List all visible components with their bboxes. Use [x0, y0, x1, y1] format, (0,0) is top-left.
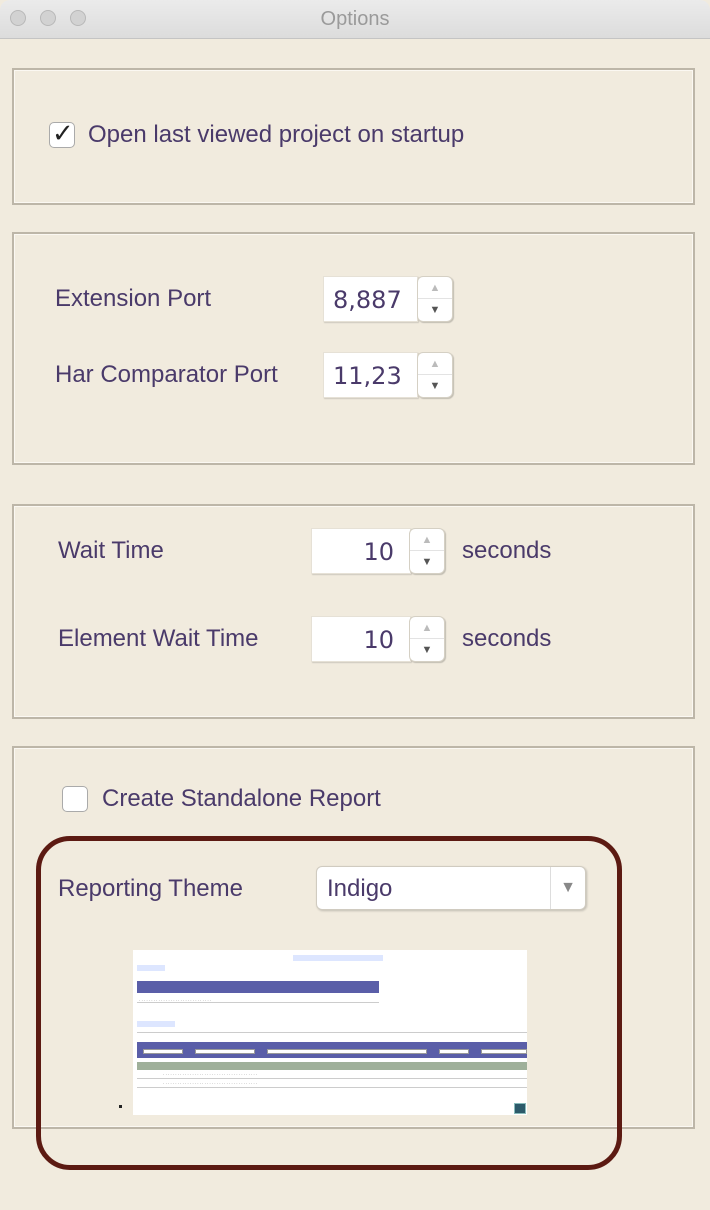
create-standalone-report-checkbox[interactable]: [62, 786, 88, 812]
extension-port-stepper[interactable]: ▲ ▼: [417, 276, 453, 322]
triangle-down-icon[interactable]: ▼: [418, 374, 452, 397]
har-comparator-port-value[interactable]: 11,23: [333, 362, 402, 390]
window-title: Options: [320, 8, 390, 30]
ports-panel: [12, 232, 695, 465]
create-standalone-report-label: Create Standalone Report: [102, 785, 381, 812]
triangle-up-icon[interactable]: ▲: [418, 353, 452, 375]
wait-time-label: Wait Time: [58, 537, 164, 564]
wait-time-value[interactable]: 10: [363, 538, 394, 566]
extension-port-label: Extension Port: [55, 285, 212, 312]
element-wait-time-unit: seconds: [462, 625, 552, 652]
checkmark-icon: ✓: [52, 119, 74, 149]
wait-time-spinner[interactable]: 10: [311, 528, 411, 574]
element-wait-time-value[interactable]: 10: [363, 626, 394, 654]
element-wait-time-stepper[interactable]: ▲ ▼: [409, 616, 445, 662]
har-comparator-port-spinner[interactable]: 11,23: [323, 352, 418, 398]
triangle-up-icon[interactable]: ▲: [410, 529, 444, 551]
triangle-up-icon[interactable]: ▲: [418, 277, 452, 299]
triangle-down-icon[interactable]: ▼: [410, 638, 444, 661]
har-comparator-port-label: Har Comparator Port: [55, 361, 278, 388]
open-last-project-label: Open last viewed project on startup: [88, 121, 465, 148]
element-wait-time-spinner[interactable]: 10: [311, 616, 411, 662]
element-wait-time-label: Element Wait Time: [58, 625, 259, 652]
triangle-down-icon[interactable]: ▼: [410, 550, 444, 573]
extension-port-spinner[interactable]: 8,887: [323, 276, 418, 322]
triangle-up-icon[interactable]: ▲: [410, 617, 444, 639]
highlight-frame: [36, 836, 622, 1170]
wait-time-stepper[interactable]: ▲ ▼: [409, 528, 445, 574]
triangle-down-icon[interactable]: ▼: [418, 298, 452, 321]
title-bar: Options: [0, 0, 710, 39]
wait-time-unit: seconds: [462, 537, 552, 564]
extension-port-value[interactable]: 8,887: [333, 286, 402, 314]
har-comparator-port-stepper[interactable]: ▲ ▼: [417, 352, 453, 398]
open-last-project-checkbox[interactable]: ✓: [49, 119, 75, 149]
